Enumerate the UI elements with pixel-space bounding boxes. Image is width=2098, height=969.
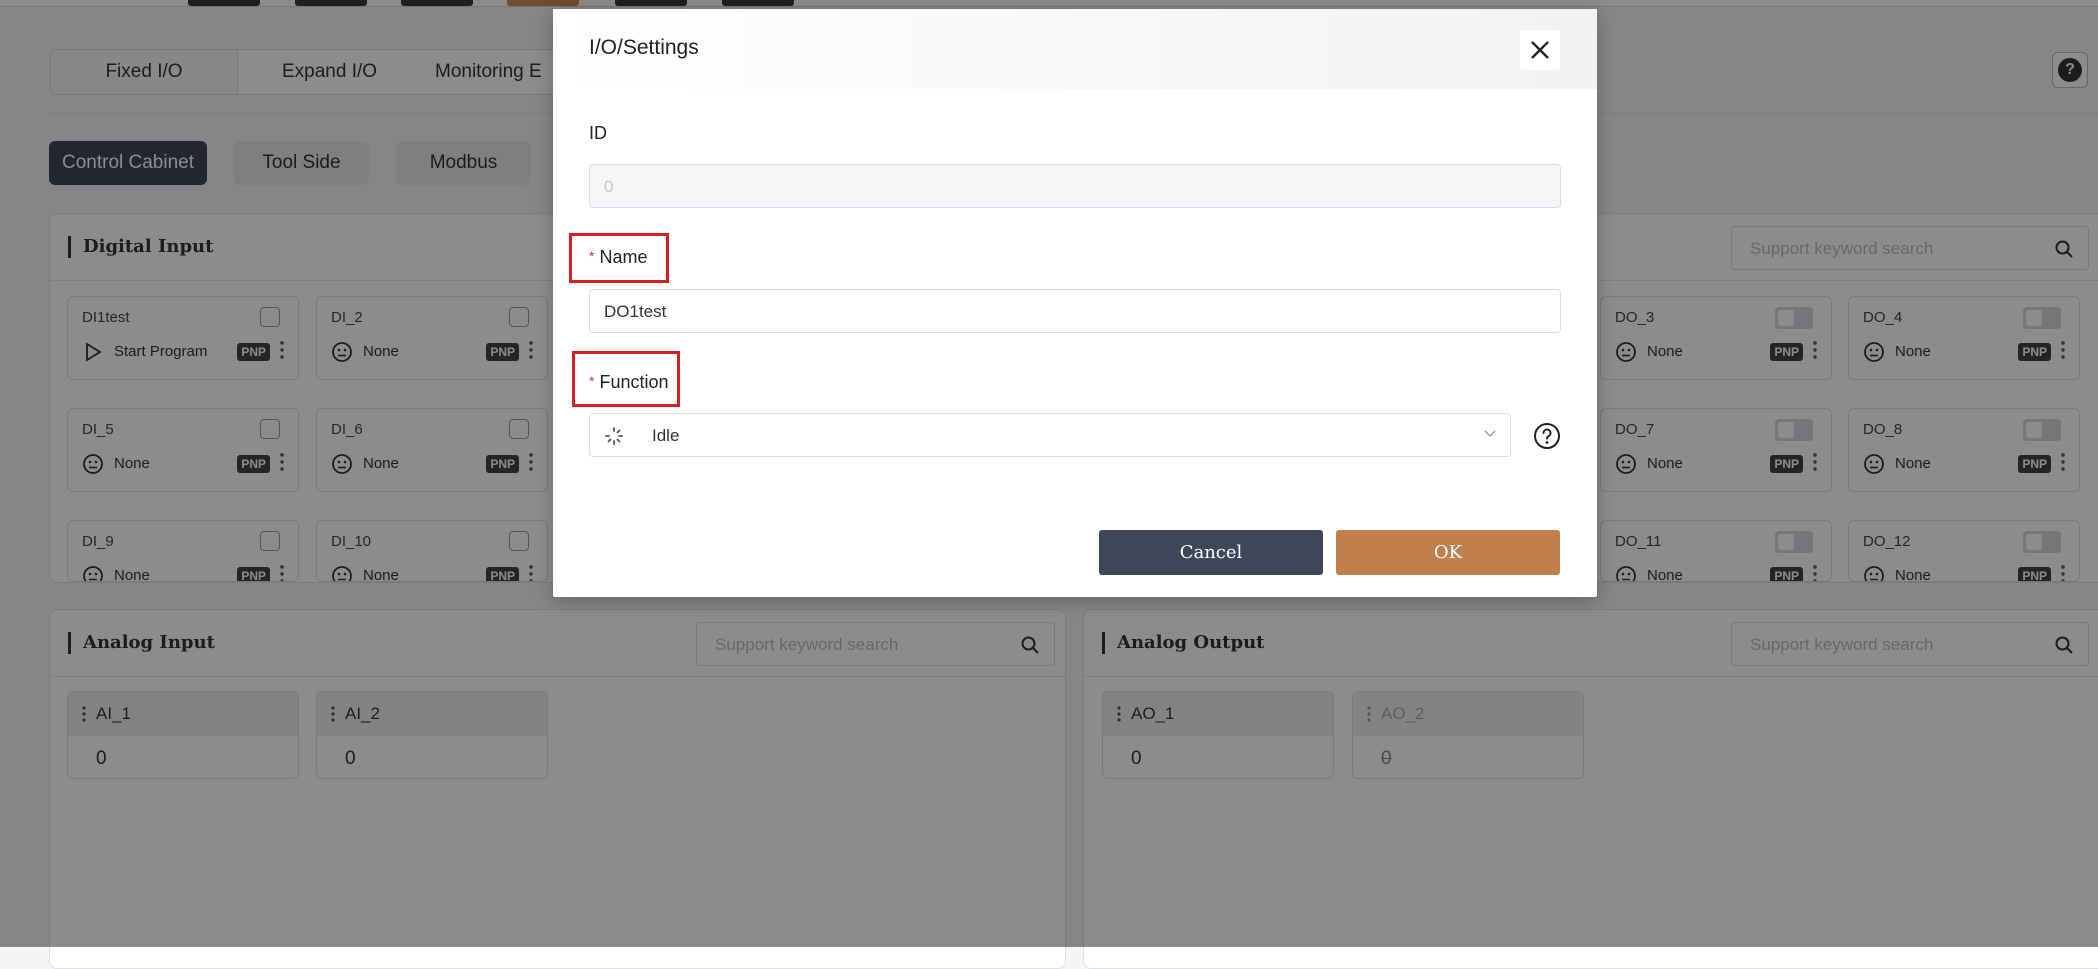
name-value: DO1test [604,302,667,321]
name-field[interactable]: DO1test [589,289,1561,333]
cancel-button[interactable]: Cancel [1099,530,1323,575]
name-label-text: Name [599,247,648,267]
dialog-title: I/O/Settings [589,36,699,59]
required-marker: * [589,373,595,389]
close-icon [1531,41,1549,59]
ok-button[interactable]: OK [1336,530,1560,575]
id-value: 0 [604,177,614,196]
close-button[interactable] [1520,30,1560,70]
function-label-text: Function [599,372,669,392]
function-value: Idle [652,426,680,445]
question-circle-icon[interactable] [1533,422,1561,450]
loading-spinner-icon [605,427,623,445]
id-label: ID [589,123,607,143]
id-field: 0 [589,164,1561,208]
required-marker: * [589,248,595,264]
name-label: * Name [589,247,647,268]
chevron-down-icon [1484,430,1496,437]
function-select[interactable]: Idle [589,413,1511,457]
function-label: * Function [589,372,669,393]
dialog-header [553,9,1597,89]
